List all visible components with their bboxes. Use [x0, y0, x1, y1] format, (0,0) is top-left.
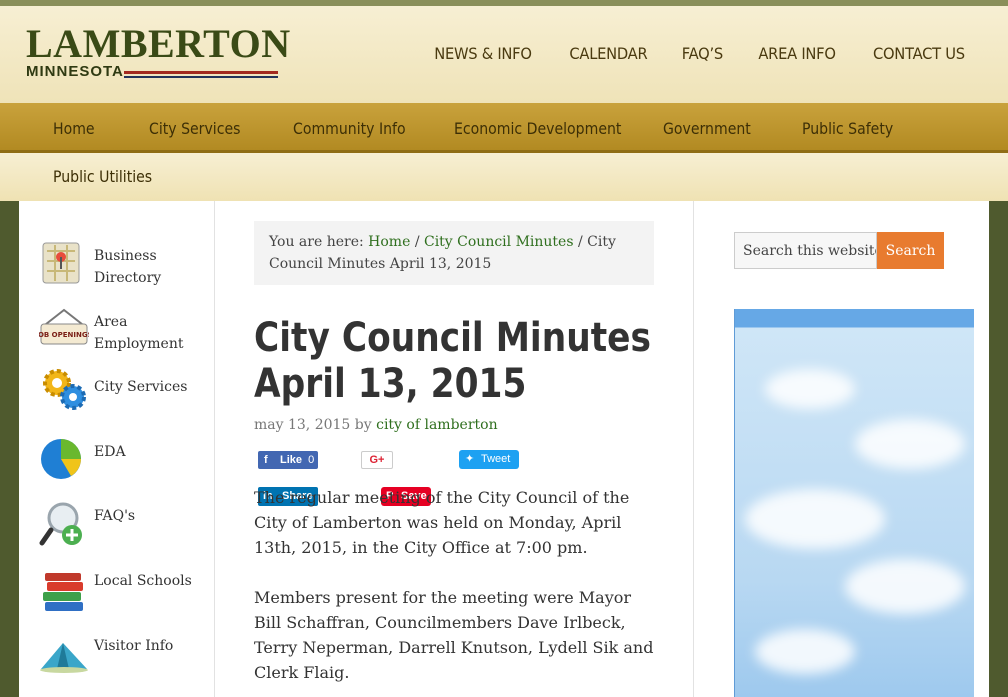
subnav-public-utilities[interactable]: Public Utilities — [53, 167, 152, 186]
breadcrumb-home-link[interactable]: Home — [368, 234, 410, 250]
topnav-calendar[interactable]: CALENDAR — [569, 44, 647, 63]
sidebar-item-label: City Services — [94, 379, 188, 395]
main-content: You are here: Home / City Council Minute… — [254, 221, 654, 506]
sky-banner-image — [734, 309, 974, 697]
sidebar-item-label: Business Directory — [94, 248, 162, 286]
site-logo[interactable]: LAMBERTON MINNESOTA — [26, 24, 290, 86]
tweet-label: Tweet — [481, 453, 511, 465]
gears-icon — [43, 369, 86, 410]
logo-wordmark: LAMBERTON — [26, 21, 291, 66]
left-sidebar: Business Directory JOB OPENINGS Area Emp… — [19, 201, 215, 697]
sidebar-item-label: Visitor Info — [94, 638, 174, 654]
breadcrumb-separator: / — [414, 234, 420, 250]
tweet-button[interactable]: ✦ Tweet — [459, 450, 519, 469]
content-wrapper: Business Directory JOB OPENINGS Area Emp… — [19, 201, 989, 697]
post-by: by — [354, 417, 372, 433]
post-author-link[interactable]: city of lamberton — [376, 417, 497, 433]
sidebar-item-city-services[interactable]: City Services — [39, 363, 209, 419]
pie-chart-icon — [41, 439, 81, 479]
twitter-icon: ✦ — [465, 453, 475, 465]
magnifier-plus-icon — [39, 502, 82, 546]
mainnav-government[interactable]: Government — [663, 119, 751, 138]
facebook-like-button[interactable]: f Like 0 — [258, 451, 318, 469]
sidebar-item-area-employment[interactable]: JOB OPENINGS Area Employment — [39, 306, 209, 362]
tent-icon — [40, 643, 88, 673]
breadcrumb: You are here: Home / City Council Minute… — [254, 221, 654, 285]
topnav-faqs[interactable]: FAQ’S — [682, 44, 723, 63]
sidebar-item-label: Area Employment — [94, 314, 184, 352]
mainnav-economic-development[interactable]: Economic Development — [454, 119, 621, 138]
post-date: may 13, 2015 — [254, 417, 351, 433]
mainnav-public-safety[interactable]: Public Safety — [802, 119, 893, 138]
top-nav: NEWS & INFO CALENDAR FAQ’S AREA INFO CON… — [430, 44, 969, 63]
topnav-area-info[interactable]: AREA INFO — [759, 44, 837, 63]
logo-red-rule — [124, 71, 278, 74]
right-sidebar: Search — [693, 201, 989, 697]
sidebar-item-eda[interactable]: EDA — [39, 433, 209, 489]
page-title: City Council Minutes April 13, 2015 — [254, 315, 651, 407]
sidebar-item-label: FAQ's — [94, 508, 136, 524]
post-meta: may 13, 2015 by city of lamberton — [254, 417, 654, 433]
site-header: LAMBERTON MINNESOTA NEWS & INFO CALENDAR… — [0, 6, 1008, 103]
map-icon — [42, 242, 80, 284]
books-icon — [43, 573, 83, 611]
sidebar-item-label: EDA — [94, 444, 126, 460]
logo-blue-rule — [124, 76, 278, 78]
logo-subtitle: MINNESOTA — [26, 63, 124, 80]
svg-text:JOB OPENINGS: JOB OPENINGS — [39, 331, 89, 339]
search-input[interactable] — [734, 232, 877, 269]
main-nav: Home City Services Community Info Econom… — [0, 103, 1008, 153]
mainnav-city-services[interactable]: City Services — [149, 119, 240, 138]
search-button[interactable]: Search — [877, 232, 944, 269]
topnav-news-info[interactable]: NEWS & INFO — [434, 44, 532, 63]
post-paragraph: The regular meeting of the City Council … — [254, 488, 630, 557]
facebook-icon: f — [264, 454, 268, 466]
mainnav-community-info[interactable]: Community Info — [293, 119, 406, 138]
breadcrumb-section-link[interactable]: City Council Minutes — [424, 234, 574, 250]
topnav-contact-us[interactable]: CONTACT US — [873, 44, 965, 63]
google-plus-button[interactable]: G+ — [361, 451, 393, 469]
breadcrumb-separator: / — [577, 234, 583, 250]
post-paragraph: Members present for the meeting were May… — [254, 588, 654, 682]
mainnav-home[interactable]: Home — [53, 119, 95, 138]
breadcrumb-prefix: You are here: — [269, 234, 364, 250]
sidebar-item-visitor-info[interactable]: Visitor Info — [39, 633, 209, 689]
facebook-like-count: 0 — [308, 454, 315, 466]
sidebar-item-label: Local Schools — [94, 573, 192, 589]
sidebar-item-local-schools[interactable]: Local Schools — [39, 568, 209, 624]
sidebar-item-business-directory[interactable]: Business Directory — [39, 239, 209, 295]
facebook-like-label: Like — [280, 454, 303, 466]
sidebar-item-faqs[interactable]: FAQ's — [39, 498, 209, 554]
sub-nav: Public Utilities — [0, 153, 1008, 201]
job-openings-icon: JOB OPENINGS — [39, 308, 89, 345]
